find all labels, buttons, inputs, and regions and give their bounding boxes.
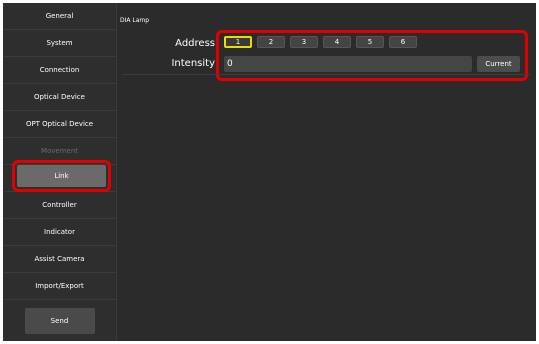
send-area: Send (3, 300, 116, 341)
sidebar: General System Connection Optical Device… (3, 3, 117, 341)
sidebar-item-indicator[interactable]: Indicator (3, 219, 116, 246)
section-title: DIA Lamp (120, 17, 150, 24)
sidebar-item-assist-camera[interactable]: Assist Camera (3, 246, 116, 273)
sidebar-item-opt-optical-device[interactable]: OPT Optical Device (3, 111, 116, 138)
sidebar-item-import-export[interactable]: Import/Export (3, 273, 116, 300)
sidebar-item-link[interactable]: Link (17, 165, 106, 187)
sidebar-item-general[interactable]: General (3, 3, 116, 30)
sidebar-item-system[interactable]: System (3, 30, 116, 57)
address-label: Address (175, 38, 215, 49)
divider (122, 74, 530, 75)
sidebar-item-controller[interactable]: Controller (3, 192, 116, 219)
intensity-label: Intensity (171, 58, 215, 69)
send-button[interactable]: Send (24, 307, 95, 334)
sidebar-item-connection[interactable]: Connection (3, 57, 116, 84)
app-window: General System Connection Optical Device… (3, 3, 536, 341)
sidebar-item-link-container: Link (3, 160, 116, 192)
sidebar-item-optical-device[interactable]: Optical Device (3, 84, 116, 111)
